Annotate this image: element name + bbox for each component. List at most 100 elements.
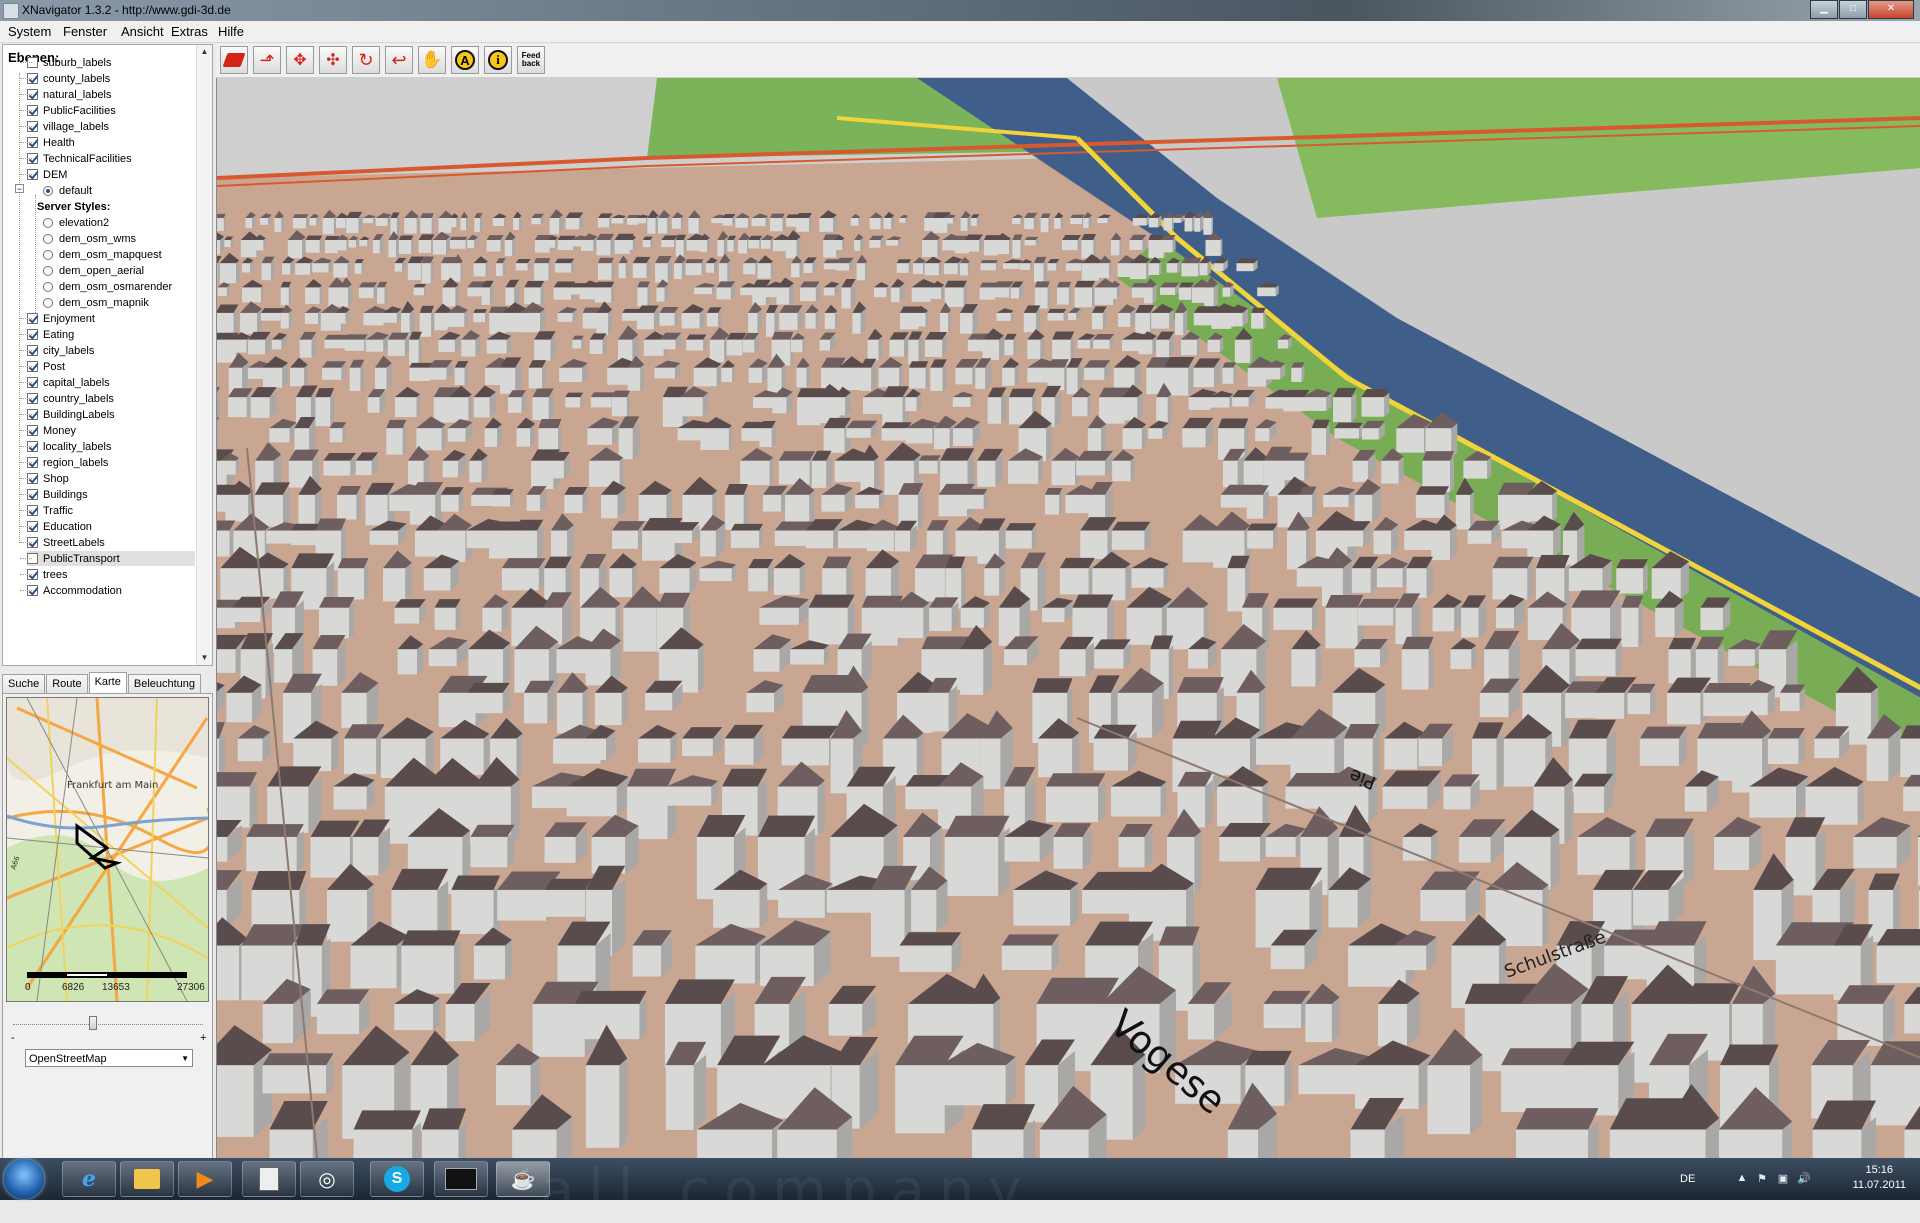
layer-item-publictransport[interactable]: PublicTransport bbox=[27, 551, 195, 566]
close-button[interactable]: ✕ bbox=[1868, 0, 1914, 19]
layer-item-eating[interactable]: Eating bbox=[27, 327, 195, 342]
layer-item-health[interactable]: Health bbox=[27, 135, 195, 150]
menu-ansicht[interactable]: Ansicht bbox=[121, 24, 164, 39]
layer-item-streetlabels[interactable]: StreetLabels bbox=[27, 535, 195, 550]
layer-item-technicalfacilities[interactable]: TechnicalFacilities bbox=[27, 151, 195, 166]
layer-item-shop[interactable]: Shop bbox=[27, 471, 195, 486]
info-tool-button[interactable]: i bbox=[484, 46, 512, 74]
zoom-slider[interactable] bbox=[13, 1014, 203, 1034]
hand-icon: ✋ bbox=[421, 50, 442, 70]
language-indicator[interactable]: DE bbox=[1680, 1173, 1695, 1185]
slider-thumb[interactable] bbox=[89, 1016, 97, 1030]
layer-item-dem-osm-mapquest[interactable]: dem_osm_mapquest bbox=[43, 247, 195, 262]
map-source-select[interactable]: OpenStreetMap ▼ bbox=[25, 1049, 193, 1067]
radio-button[interactable] bbox=[43, 250, 53, 260]
layer-item-education[interactable]: Education bbox=[27, 519, 195, 534]
rotate-tool-button[interactable]: ↻ bbox=[352, 46, 380, 74]
building bbox=[524, 281, 544, 304]
tab-route[interactable]: Route bbox=[46, 674, 87, 693]
app-icon[interactable] bbox=[3, 3, 19, 19]
layer-item-dem-osm-wms[interactable]: dem_osm_wms bbox=[43, 231, 195, 246]
layer-item-buildinglabels[interactable]: BuildingLabels bbox=[27, 407, 195, 422]
layer-item-village-labels[interactable]: village_labels bbox=[27, 119, 195, 134]
start-button[interactable] bbox=[4, 1159, 44, 1199]
navigate-tool-button[interactable] bbox=[220, 46, 248, 74]
explorer-taskbar-button[interactable] bbox=[120, 1161, 174, 1197]
layer-item-money[interactable]: Money bbox=[27, 423, 195, 438]
java-taskbar-button[interactable]: ☕ bbox=[496, 1161, 550, 1197]
console-taskbar-button[interactable] bbox=[434, 1161, 488, 1197]
building bbox=[1299, 487, 1317, 517]
editor-taskbar-button[interactable] bbox=[242, 1161, 296, 1197]
layer-item-dem-osm-osmarender[interactable]: dem_osm_osmarender bbox=[43, 279, 195, 294]
label-tool-button[interactable]: A bbox=[451, 46, 479, 74]
radio-button[interactable] bbox=[43, 266, 53, 276]
building bbox=[1035, 281, 1050, 308]
tab-suche[interactable]: Suche bbox=[2, 674, 45, 693]
menu-fenster[interactable]: Fenster bbox=[63, 24, 107, 39]
move-tool-button[interactable]: ✥ bbox=[286, 46, 314, 74]
undo-tool-button[interactable]: ↩ bbox=[385, 46, 413, 74]
minimize-button[interactable]: ▁ bbox=[1810, 0, 1838, 19]
app-taskbar-button[interactable]: ◎ bbox=[300, 1161, 354, 1197]
layer-item-dem[interactable]: DEM bbox=[27, 167, 195, 182]
layer-item-traffic[interactable]: Traffic bbox=[27, 503, 195, 518]
volume-icon[interactable]: 🔊 bbox=[1797, 1172, 1811, 1186]
dem-collapse-toggle[interactable]: − bbox=[15, 184, 24, 193]
building bbox=[572, 336, 584, 349]
layer-scrollbar[interactable]: ▲ ▼ bbox=[196, 45, 212, 665]
building bbox=[473, 309, 487, 322]
skype-taskbar-button[interactable]: S bbox=[370, 1161, 424, 1197]
layer-item-accommodation[interactable]: Accommodation bbox=[27, 583, 195, 598]
tab-beleuchtung[interactable]: Beleuchtung bbox=[128, 674, 201, 693]
radio-button[interactable] bbox=[43, 234, 53, 244]
building bbox=[394, 599, 425, 623]
layer-item-dem-osm-mapnik[interactable]: dem_osm_mapnik bbox=[43, 295, 195, 310]
menu-system[interactable]: System bbox=[8, 24, 51, 39]
layer-item-post[interactable]: Post bbox=[27, 359, 195, 374]
layer-item-default[interactable]: default bbox=[43, 183, 195, 198]
layer-item-suburb-labels[interactable]: suburb_labels bbox=[27, 55, 195, 70]
maximize-button[interactable]: □ bbox=[1839, 0, 1867, 19]
tilt-tool-button[interactable]: ⬏ bbox=[253, 46, 281, 74]
radio-button[interactable] bbox=[43, 218, 53, 228]
layer-item-buildings[interactable]: Buildings bbox=[27, 487, 195, 502]
layer-item-capital-labels[interactable]: capital_labels bbox=[27, 375, 195, 390]
building bbox=[685, 259, 703, 275]
3d-city-scene[interactable]: Vogese Pie Schulstraße bbox=[217, 78, 1920, 1158]
ie-taskbar-button[interactable]: e bbox=[62, 1161, 116, 1197]
clock[interactable]: 15:16 11.07.2011 bbox=[1853, 1163, 1906, 1193]
feedback-button[interactable]: Feed back bbox=[517, 46, 545, 74]
overview-map[interactable]: Frankfurt am Main A66 0 6826 13653 27306 bbox=[6, 697, 209, 1002]
tab-karte[interactable]: Karte bbox=[89, 672, 127, 693]
pan-tool-button[interactable]: ✣ bbox=[319, 46, 347, 74]
scroll-up-icon[interactable]: ▲ bbox=[197, 45, 212, 59]
menu-extras[interactable]: Extras bbox=[171, 24, 208, 39]
ie-icon: e bbox=[82, 1166, 96, 1192]
3d-map-viewport[interactable]: Vogese Pie Schulstraße bbox=[216, 78, 1920, 1158]
tray-expand-icon[interactable]: ▲ bbox=[1735, 1172, 1749, 1186]
radio-button[interactable] bbox=[43, 186, 53, 196]
menu-hilfe[interactable]: Hilfe bbox=[218, 24, 244, 39]
layer-item-trees[interactable]: trees bbox=[27, 567, 195, 582]
layer-item-region-labels[interactable]: region_labels bbox=[27, 455, 195, 470]
layer-item-city-labels[interactable]: city_labels bbox=[27, 343, 195, 358]
layer-item-locality-labels[interactable]: locality_labels bbox=[27, 439, 195, 454]
radio-button[interactable] bbox=[43, 298, 53, 308]
layer-item-county-labels[interactable]: county_labels bbox=[27, 71, 195, 86]
tree-connector bbox=[20, 462, 32, 463]
layer-item-country-labels[interactable]: country_labels bbox=[27, 391, 195, 406]
layer-item-elevation2[interactable]: elevation2 bbox=[43, 215, 195, 230]
flag-icon[interactable]: ⚑ bbox=[1755, 1172, 1769, 1186]
layer-item-natural-labels[interactable]: natural_labels bbox=[27, 87, 195, 102]
radio-button[interactable] bbox=[43, 282, 53, 292]
building bbox=[1361, 389, 1389, 417]
network-icon[interactable]: ▣ bbox=[1776, 1172, 1790, 1186]
layer-item-dem-open-aerial[interactable]: dem_open_aerial bbox=[43, 263, 195, 278]
scroll-down-icon[interactable]: ▼ bbox=[197, 651, 212, 665]
building bbox=[782, 726, 838, 766]
hand-tool-button[interactable]: ✋ bbox=[418, 46, 446, 74]
layer-item-enjoyment[interactable]: Enjoyment bbox=[27, 311, 195, 326]
layer-item-publicfacilities[interactable]: PublicFacilities bbox=[27, 103, 195, 118]
media-player-taskbar-button[interactable]: ▶ bbox=[178, 1161, 232, 1197]
